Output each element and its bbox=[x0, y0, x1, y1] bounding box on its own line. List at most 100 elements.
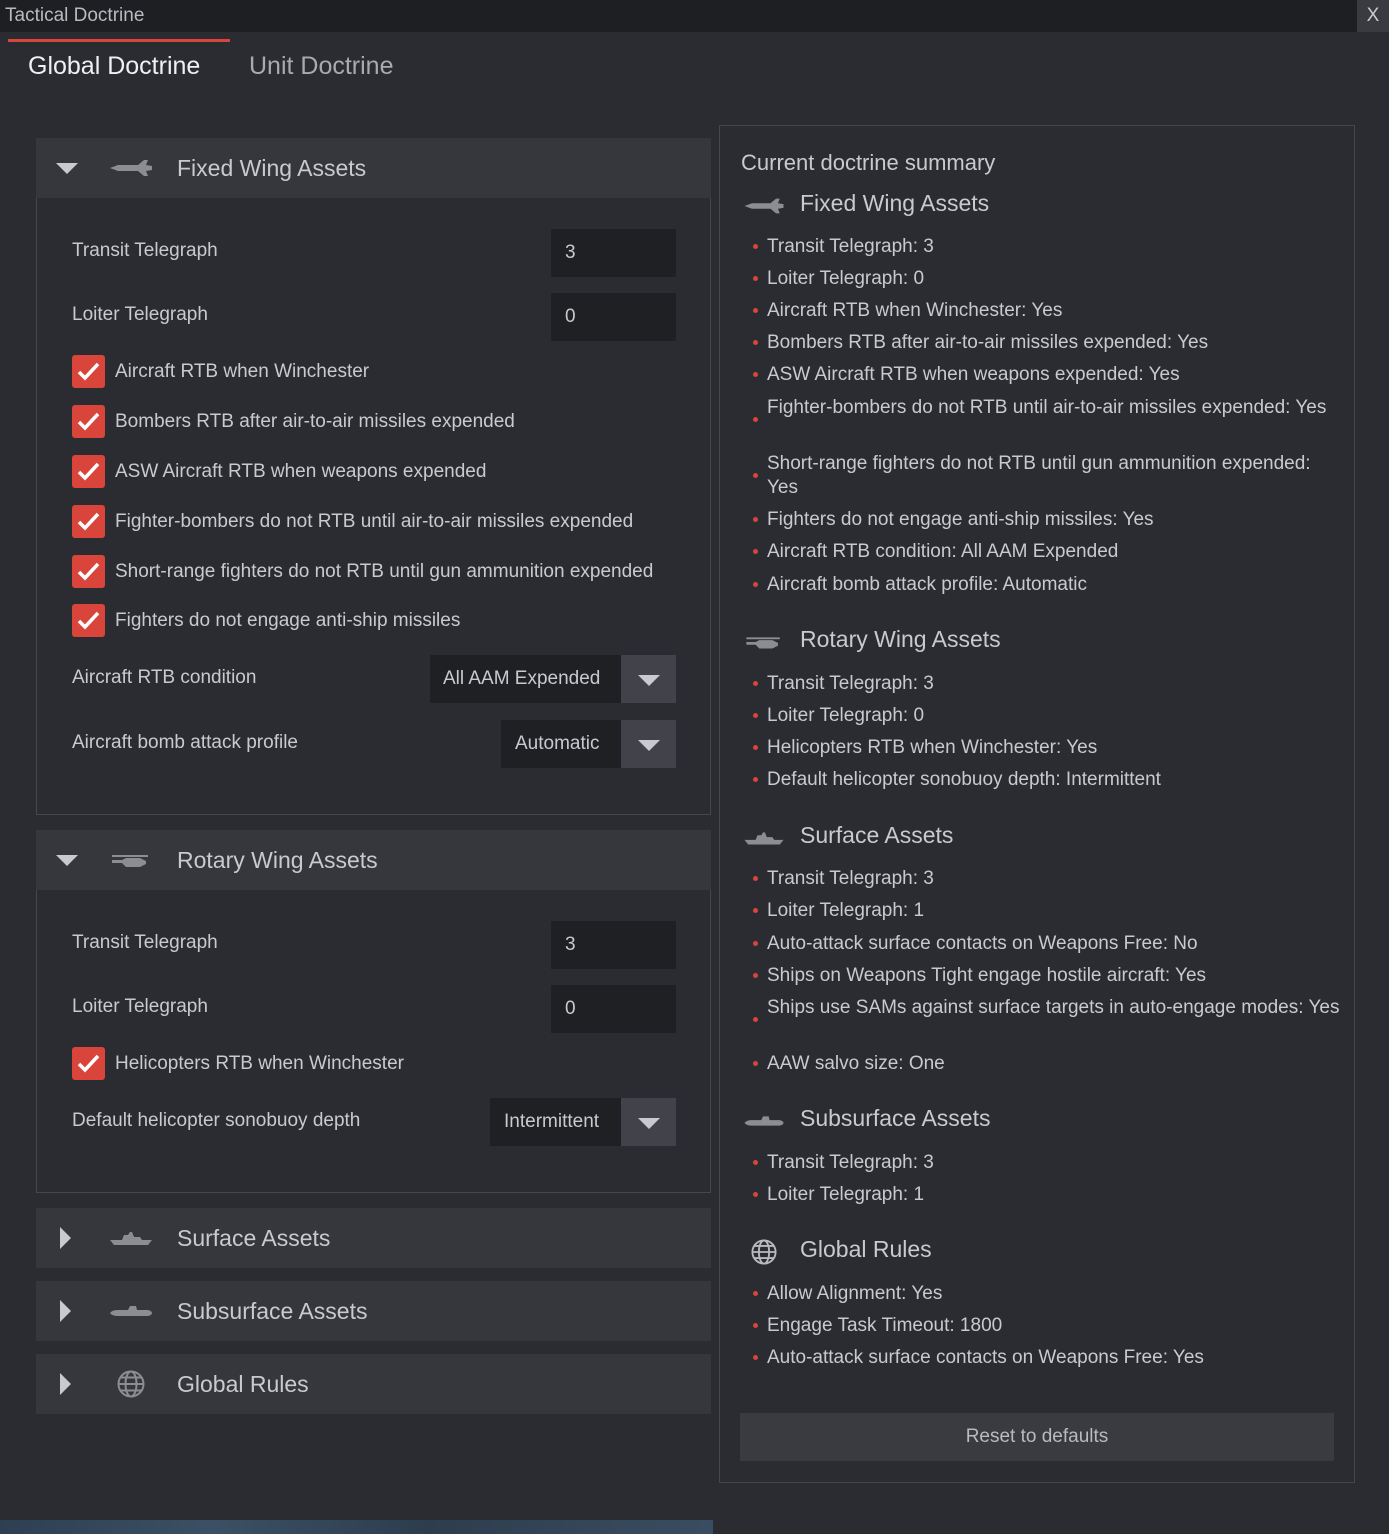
bombers-rtb-checkbox[interactable] bbox=[72, 405, 105, 438]
bomb-profile-value: Automatic bbox=[515, 733, 600, 754]
subsurface-assets-header[interactable]: Subsurface Assets bbox=[36, 1281, 711, 1341]
chevron-down-icon[interactable] bbox=[621, 720, 676, 768]
summary-item: Aircraft bomb attack profile: Automatic bbox=[767, 574, 1087, 595]
bullet-icon bbox=[753, 1291, 758, 1296]
global-rules-section[interactable]: Global Rules bbox=[36, 1354, 711, 1414]
subsurface-assets-section[interactable]: Subsurface Assets bbox=[36, 1281, 711, 1341]
summary-surface-heading: Surface Assets bbox=[720, 821, 1354, 855]
bomb-profile-select[interactable]: Automatic bbox=[501, 720, 676, 768]
chevron-down-icon[interactable] bbox=[621, 1098, 676, 1146]
summary-item: Fighters do not engage anti-ship missile… bbox=[767, 509, 1154, 530]
tab-global-doctrine[interactable]: Global Doctrine bbox=[28, 52, 200, 81]
summary-item: Default helicopter sonobuoy depth: Inter… bbox=[767, 769, 1161, 790]
loiter-telegraph-label: Loiter Telegraph bbox=[72, 304, 208, 325]
summary-item: Aircraft RTB condition: All AAM Expended bbox=[767, 541, 1119, 562]
sonobuoy-depth-value: Intermittent bbox=[504, 1111, 600, 1132]
summary-group-title: Fixed Wing Assets bbox=[800, 190, 990, 216]
helicopter-icon bbox=[746, 637, 780, 649]
collapse-arrow-icon[interactable] bbox=[56, 855, 78, 866]
bullet-icon bbox=[753, 908, 758, 913]
summary-item: Loiter Telegraph: 0 bbox=[767, 268, 925, 289]
rtb-condition-select[interactable]: All AAM Expended bbox=[430, 655, 676, 703]
tab-unit-doctrine[interactable]: Unit Doctrine bbox=[249, 52, 394, 81]
summary-item: Loiter Telegraph: 1 bbox=[767, 900, 925, 921]
short-range-fighters-checkbox[interactable] bbox=[72, 555, 105, 588]
loiter-telegraph-input[interactable] bbox=[551, 293, 676, 341]
transit-telegraph-label: Transit Telegraph bbox=[72, 932, 218, 953]
helicopters-rtb-label: Helicopters RTB when Winchester bbox=[115, 1053, 404, 1074]
bullet-icon bbox=[753, 549, 758, 554]
expand-arrow-icon[interactable] bbox=[60, 1300, 71, 1322]
surface-assets-section[interactable]: Surface Assets bbox=[36, 1208, 711, 1268]
transit-telegraph-input[interactable] bbox=[551, 921, 676, 969]
submarine-icon bbox=[744, 1116, 784, 1126]
bomb-profile-label: Aircraft bomb attack profile bbox=[72, 732, 298, 753]
summary-item: Transit Telegraph: 3 bbox=[767, 673, 934, 694]
bullet-icon bbox=[753, 681, 758, 686]
summary-item: Bombers RTB after air-to-air missiles ex… bbox=[767, 332, 1209, 353]
close-button[interactable]: X bbox=[1357, 0, 1389, 32]
sonobuoy-depth-select[interactable]: Intermittent bbox=[490, 1098, 676, 1146]
bullet-icon bbox=[753, 1160, 758, 1165]
fighter-bombers-checkbox[interactable] bbox=[72, 505, 105, 538]
rotary-wing-header[interactable]: Rotary Wing Assets bbox=[36, 830, 711, 890]
short-range-fighters-label: Short-range fighters do not RTB until gu… bbox=[115, 561, 654, 582]
asw-rtb-checkbox[interactable] bbox=[72, 455, 105, 488]
bullet-icon bbox=[753, 372, 758, 377]
bullet-icon bbox=[753, 308, 758, 313]
fixed-wing-header[interactable]: Fixed Wing Assets bbox=[36, 138, 711, 198]
title-bar: Tactical Doctrine X bbox=[0, 0, 1389, 32]
summary-item: Loiter Telegraph: 1 bbox=[767, 1184, 925, 1205]
surface-assets-header[interactable]: Surface Assets bbox=[36, 1208, 711, 1268]
jet-icon bbox=[744, 198, 784, 214]
summary-item: Aircraft RTB when Winchester: Yes bbox=[767, 300, 1063, 321]
ship-icon bbox=[744, 832, 784, 845]
jet-icon bbox=[110, 160, 152, 176]
helicopters-rtb-checkbox[interactable] bbox=[72, 1047, 105, 1080]
summary-item: Engage Task Timeout: 1800 bbox=[767, 1315, 1003, 1336]
bullet-icon bbox=[753, 417, 758, 422]
expand-arrow-icon[interactable] bbox=[60, 1373, 71, 1395]
rotary-wing-title: Rotary Wing Assets bbox=[177, 847, 378, 873]
summary-item: Ships use SAMs against surface targets i… bbox=[767, 997, 1340, 1018]
loiter-telegraph-input[interactable] bbox=[551, 985, 676, 1033]
collapse-arrow-icon[interactable] bbox=[56, 163, 78, 174]
rotary-wing-section: Rotary Wing Assets Transit Telegraph Loi… bbox=[36, 830, 711, 1194]
global-rules-header[interactable]: Global Rules bbox=[36, 1354, 711, 1414]
asw-rtb-label: ASW Aircraft RTB when weapons expended bbox=[115, 461, 487, 482]
rtb-condition-label: Aircraft RTB condition bbox=[72, 667, 257, 688]
loiter-telegraph-label: Loiter Telegraph bbox=[72, 996, 208, 1017]
anti-ship-label: Fighters do not engage anti-ship missile… bbox=[115, 610, 461, 631]
rtb-winchester-checkbox[interactable] bbox=[72, 355, 105, 388]
summary-item: Helicopters RTB when Winchester: Yes bbox=[767, 737, 1098, 758]
globe-icon bbox=[751, 1239, 777, 1265]
chevron-down-icon[interactable] bbox=[621, 655, 676, 703]
reset-to-defaults-button[interactable]: Reset to defaults bbox=[740, 1413, 1334, 1461]
summary-group-title: Subsurface Assets bbox=[800, 1105, 991, 1131]
summary-group-title: Rotary Wing Assets bbox=[800, 626, 1001, 652]
ship-icon bbox=[110, 1232, 152, 1245]
helicopter-icon bbox=[112, 855, 148, 867]
fixed-wing-section: Fixed Wing Assets Transit Telegraph Loit… bbox=[36, 138, 711, 816]
bullet-icon bbox=[753, 941, 758, 946]
rtb-winchester-label: Aircraft RTB when Winchester bbox=[115, 361, 370, 382]
expand-arrow-icon[interactable] bbox=[60, 1227, 71, 1249]
summary-item: Transit Telegraph: 3 bbox=[767, 236, 934, 257]
bullet-icon bbox=[753, 340, 758, 345]
bullet-icon bbox=[753, 1355, 758, 1360]
global-rules-title: Global Rules bbox=[177, 1371, 309, 1397]
window-title: Tactical Doctrine bbox=[5, 5, 145, 26]
transit-telegraph-input[interactable] bbox=[551, 229, 676, 277]
summary-item: Short-range fighters do not RTB until gu… bbox=[767, 453, 1311, 498]
surface-assets-title: Surface Assets bbox=[177, 1225, 331, 1251]
bullet-icon bbox=[753, 473, 758, 478]
bullet-icon bbox=[753, 517, 758, 522]
bullet-icon bbox=[753, 1061, 758, 1066]
bullet-icon bbox=[753, 713, 758, 718]
rotary-wing-body: Transit Telegraph Loiter Telegraph Helic… bbox=[36, 890, 711, 1193]
anti-ship-checkbox[interactable] bbox=[72, 604, 105, 637]
bullet-icon bbox=[753, 777, 758, 782]
summary-global-rules-heading: Global Rules bbox=[720, 1235, 1354, 1269]
bullet-icon bbox=[753, 1192, 758, 1197]
summary-item: Auto-attack surface contacts on Weapons … bbox=[767, 1347, 1204, 1368]
